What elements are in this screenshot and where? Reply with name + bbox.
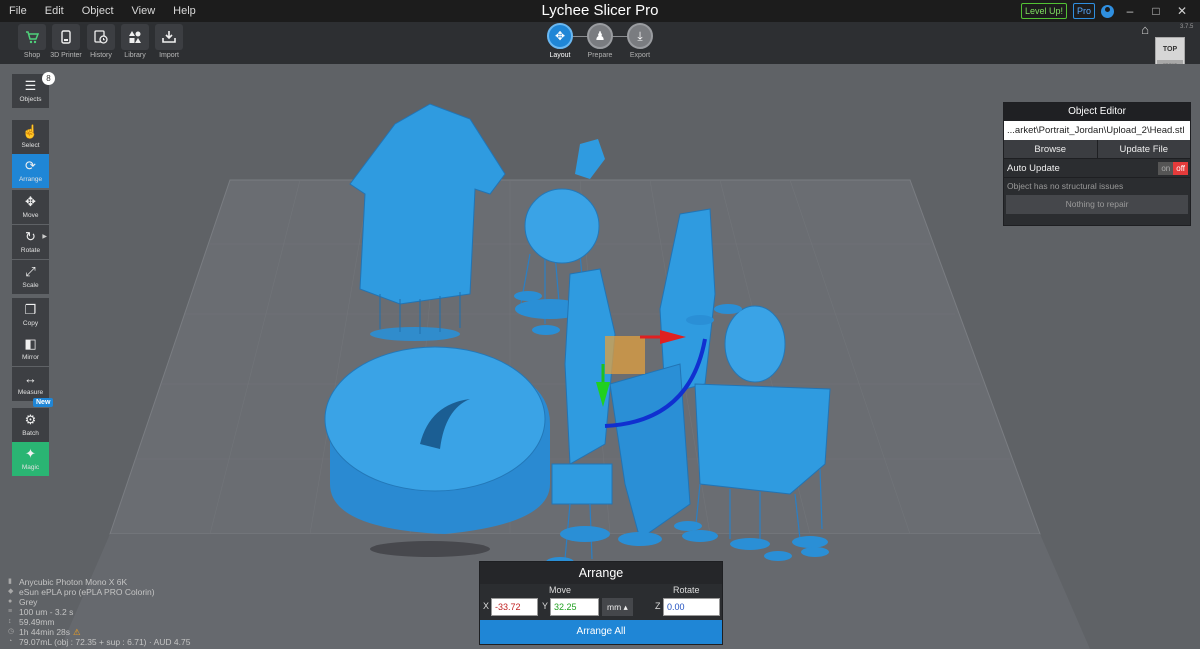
move-label: Move bbox=[549, 585, 572, 595]
palette-icon: ● bbox=[8, 598, 13, 605]
repair-button[interactable]: Nothing to repair bbox=[1006, 195, 1188, 214]
user-icon[interactable] bbox=[1101, 4, 1114, 18]
volume-icon: ◔ bbox=[8, 638, 13, 645]
window-controls: Level Up! Pro – □ ✕ bbox=[1020, 0, 1200, 22]
layers-icon: ≡ bbox=[8, 608, 13, 615]
layer-settings: 100 um - 3.2 s bbox=[19, 607, 74, 617]
step-export[interactable]: ⤓ Export bbox=[620, 23, 660, 59]
history-icon bbox=[87, 24, 115, 50]
minimize-button[interactable]: – bbox=[1120, 2, 1140, 20]
print-height: 59.49mm bbox=[19, 617, 55, 627]
resin-icon: ◆ bbox=[8, 588, 14, 595]
import-button[interactable]: Import bbox=[154, 24, 184, 62]
batch-icon: ⚙ bbox=[24, 412, 37, 427]
export-icon: ⤓ bbox=[627, 23, 653, 49]
step-layout[interactable]: ✥ Layout bbox=[540, 23, 580, 59]
browse-button[interactable]: Browse bbox=[1004, 140, 1097, 158]
printer-name[interactable]: Anycubic Photon Mono X 6K bbox=[19, 577, 127, 587]
menu-file[interactable]: File bbox=[0, 0, 36, 22]
version-label: 3.7.5 bbox=[1180, 24, 1194, 30]
step-prepare[interactable]: ♟ Prepare bbox=[580, 23, 620, 59]
arrange-all-button[interactable]: Arrange All bbox=[480, 620, 722, 644]
import-icon bbox=[155, 24, 183, 50]
toggle-on[interactable]: on bbox=[1158, 162, 1174, 175]
list-icon: ☰ bbox=[24, 78, 37, 93]
x-axis-label: X bbox=[483, 601, 490, 611]
move-icon: ✥ bbox=[25, 194, 36, 209]
pro-button[interactable]: Pro bbox=[1072, 3, 1095, 19]
resin-color: Grey bbox=[19, 597, 38, 607]
prepare-icon: ♟ bbox=[587, 23, 613, 49]
y-axis-label: Y bbox=[542, 601, 549, 611]
y-input[interactable]: 32.25 bbox=[550, 598, 599, 616]
resin-volume: 79.07mL (obj : 72.35 + sup : 6.71) · AUD… bbox=[19, 637, 191, 647]
printer-icon: ▮ bbox=[8, 578, 12, 585]
library-icon bbox=[121, 24, 149, 50]
x-input[interactable]: -33.72 bbox=[491, 598, 538, 616]
rotate-tool[interactable]: ↻ Rotate ▶ bbox=[12, 225, 49, 259]
auto-update-row: Auto Update on off bbox=[1004, 159, 1190, 178]
objects-count-badge: 8 bbox=[42, 72, 55, 85]
objects-button[interactable]: ☰ Objects 8 bbox=[12, 72, 55, 108]
home-icon[interactable]: ⌂ bbox=[1138, 23, 1152, 36]
3d-printer-button[interactable]: 3D Printer bbox=[50, 24, 82, 62]
arrange-title: Arrange bbox=[480, 562, 722, 584]
object-editor-title: Object Editor bbox=[1004, 103, 1190, 121]
measure-tool[interactable]: ↔ Measure bbox=[12, 367, 49, 401]
arrange-panel: Arrange Move Rotate X -33.72 Y 32.25 mm … bbox=[479, 561, 723, 645]
arrange-icon: ⟳ bbox=[25, 158, 36, 173]
z-axis-label: Z bbox=[655, 601, 661, 611]
z-input[interactable]: 0.00 bbox=[663, 598, 720, 616]
chevron-right-icon[interactable]: ▶ bbox=[42, 233, 47, 240]
auto-update-toggle[interactable]: on off bbox=[1158, 162, 1188, 175]
rotate-label: Rotate bbox=[673, 585, 700, 595]
clock-icon: ◷ bbox=[8, 628, 15, 635]
copy-icon: ❐ bbox=[24, 302, 37, 317]
workflow-steps: ✥ Layout ♟ Prepare ⤓ Export bbox=[540, 22, 660, 64]
shop-button[interactable]: Shop bbox=[17, 24, 47, 62]
scale-tool[interactable]: ⤢ Scale bbox=[12, 260, 49, 294]
print-info: ▮ Anycubic Photon Mono X 6K ◆ eSun ePLA pr… bbox=[8, 577, 190, 647]
new-badge: New bbox=[33, 398, 54, 407]
warning-icon[interactable]: ⚠ bbox=[73, 627, 81, 637]
file-path-field[interactable]: ...arket\Portrait_Jordan\Upload_2\Head.s… bbox=[1004, 121, 1190, 140]
object-editor-panel: Object Editor ...arket\Portrait_Jordan\U… bbox=[1003, 102, 1191, 226]
auto-update-label: Auto Update bbox=[1007, 162, 1060, 174]
magic-tool[interactable]: ✦ Magic bbox=[12, 442, 49, 476]
rotate-icon: ↻ bbox=[25, 229, 36, 244]
menu-help[interactable]: Help bbox=[164, 0, 205, 22]
gizmo-plane-handle[interactable] bbox=[605, 336, 645, 374]
arrange-tool[interactable]: ⟳ Arrange bbox=[12, 154, 49, 188]
copy-tool[interactable]: ❐ Copy bbox=[12, 298, 49, 332]
menu-object[interactable]: Object bbox=[73, 0, 123, 22]
printer-icon bbox=[52, 24, 80, 50]
mirror-icon: ◧ bbox=[24, 336, 37, 351]
cart-icon bbox=[18, 24, 46, 50]
close-button[interactable]: ✕ bbox=[1172, 2, 1192, 20]
view-cube-top[interactable]: TOP bbox=[1163, 46, 1177, 53]
measure-icon: ↔ bbox=[24, 371, 37, 386]
library-button[interactable]: Library bbox=[120, 24, 150, 62]
structural-status: Object has no structural issues bbox=[1007, 181, 1124, 191]
mirror-tool[interactable]: ◧ Mirror bbox=[12, 332, 49, 366]
print-time: 1h 44min 28s bbox=[19, 627, 71, 637]
history-button[interactable]: History bbox=[86, 24, 116, 62]
menu-edit[interactable]: Edit bbox=[36, 0, 73, 22]
move-tool[interactable]: ✥ Move bbox=[12, 190, 49, 224]
batch-tool[interactable]: New ⚙ Batch bbox=[12, 398, 54, 442]
magic-wand-icon: ✦ bbox=[25, 446, 36, 461]
unit-select[interactable]: mm ▴ bbox=[602, 598, 633, 616]
scale-icon: ⤢ bbox=[25, 264, 36, 279]
toggle-off[interactable]: off bbox=[1173, 162, 1188, 175]
select-tool[interactable]: ☝ Select bbox=[12, 120, 49, 154]
layout-icon: ✥ bbox=[547, 23, 573, 49]
pointer-icon: ☝ bbox=[22, 124, 39, 139]
menu-view[interactable]: View bbox=[123, 0, 165, 22]
resin-name[interactable]: eSun ePLA pro (ePLA PRO Colorin) bbox=[19, 587, 155, 597]
maximize-button[interactable]: □ bbox=[1146, 2, 1166, 20]
update-file-button[interactable]: Update File bbox=[1096, 140, 1190, 158]
level-up-button[interactable]: Level Up! bbox=[1020, 3, 1067, 19]
height-icon: ↕ bbox=[8, 618, 12, 625]
